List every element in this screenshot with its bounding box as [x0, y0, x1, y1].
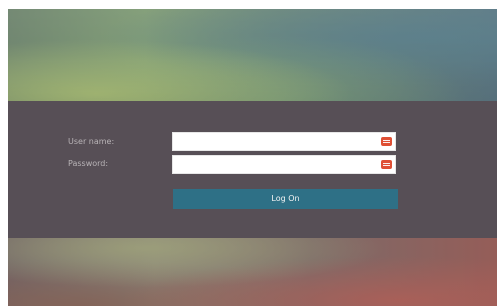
login-screen: User name: Password: Log On — [8, 9, 497, 306]
background-image-top — [8, 9, 497, 101]
username-field[interactable] — [173, 133, 383, 150]
username-label: User name: — [68, 137, 115, 146]
password-manager-icon[interactable] — [381, 137, 392, 146]
password-field-container[interactable] — [172, 155, 396, 174]
username-field-container[interactable] — [172, 132, 396, 151]
password-field[interactable] — [173, 156, 383, 173]
password-label: Password: — [68, 159, 109, 168]
log-on-button[interactable]: Log On — [173, 189, 398, 209]
password-manager-icon[interactable] — [381, 160, 392, 169]
background-image-bottom — [8, 238, 497, 306]
